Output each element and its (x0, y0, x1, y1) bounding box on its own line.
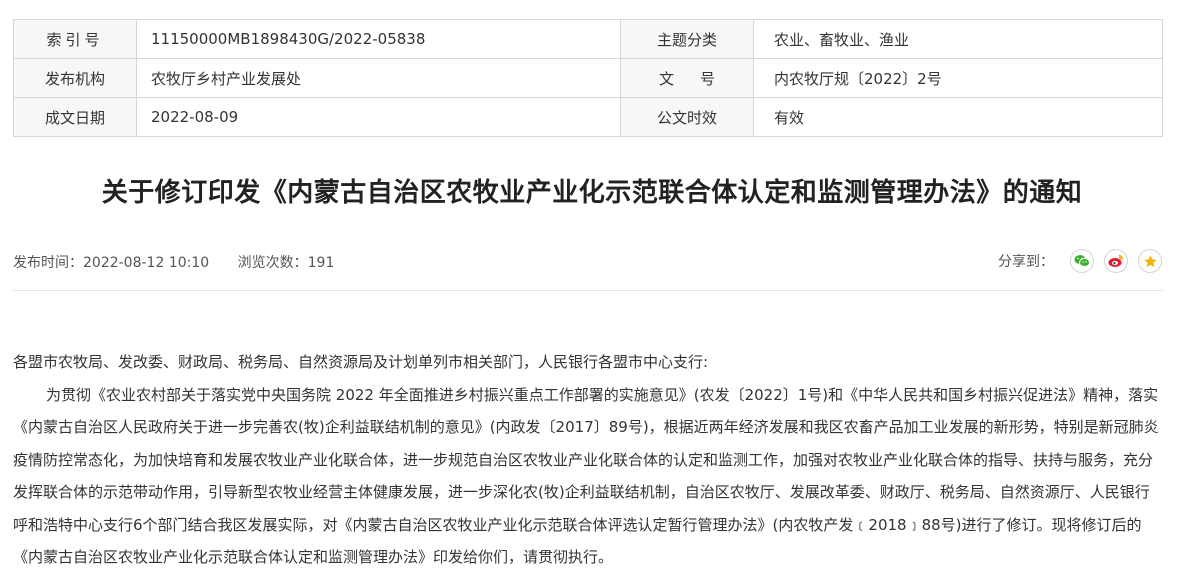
share-label: 分享到： (998, 254, 1054, 270)
meta-value: 有效 (753, 97, 1163, 137)
share-bar: 分享到： (998, 248, 1162, 274)
meta-value: 11150000MB1898430G/2022-05838 (136, 19, 621, 59)
document-meta-table: 索引号 11150000MB1898430G/2022-05838 主题分类 农… (13, 19, 1163, 137)
meta-row: 成文日期 2022-08-09 公文时效 有效 (13, 97, 1163, 137)
salutation: 各盟市农牧局、发改委、财政局、税务局、自然资源局及计划单列市相关部门，人民银行各… (13, 353, 709, 371)
article-title: 关于修订印发《内蒙古自治区农牧业产业化示范联合体认定和监测管理办法》的通知 (101, 178, 1083, 208)
view-count: 浏览次数：191 (237, 255, 335, 271)
weibo-icon[interactable] (1104, 249, 1128, 273)
meta-key: 成文日期 (13, 97, 137, 137)
meta-row: 发布机构 农牧厅乡村产业发展处 文号 内农牧厅规〔2022〕2号 (13, 58, 1163, 98)
meta-key: 索引号 (13, 19, 137, 59)
meta-value: 内农牧厅规〔2022〕2号 (753, 58, 1163, 98)
body-paragraph: 为贯彻《农业农村部关于落实党中央国务院 2022 年全面推进乡村振兴重点工作部署… (13, 385, 1159, 567)
meta-value: 农牧厅乡村产业发展处 (136, 58, 621, 98)
article-body: 各盟市农牧局、发改委、财政局、税务局、自然资源局及计划单列市相关部门，人民银行各… (13, 346, 1163, 574)
meta-key: 发布机构 (13, 58, 137, 98)
article-info: 发布时间：2022-08-12 10:10 浏览次数：191 (13, 252, 334, 272)
meta-value: 2022-08-09 (136, 97, 621, 137)
wechat-icon[interactable] (1070, 249, 1094, 273)
meta-key: 公文时效 (620, 97, 754, 137)
meta-value: 农业、畜牧业、渔业 (753, 19, 1163, 59)
meta-key: 文号 (620, 58, 754, 98)
meta-row: 索引号 11150000MB1898430G/2022-05838 主题分类 农… (13, 19, 1163, 59)
meta-key: 主题分类 (620, 19, 754, 59)
favorite-star-icon[interactable] (1138, 249, 1162, 273)
publish-time: 发布时间：2022-08-12 10:10 (13, 255, 210, 271)
divider (13, 290, 1163, 291)
